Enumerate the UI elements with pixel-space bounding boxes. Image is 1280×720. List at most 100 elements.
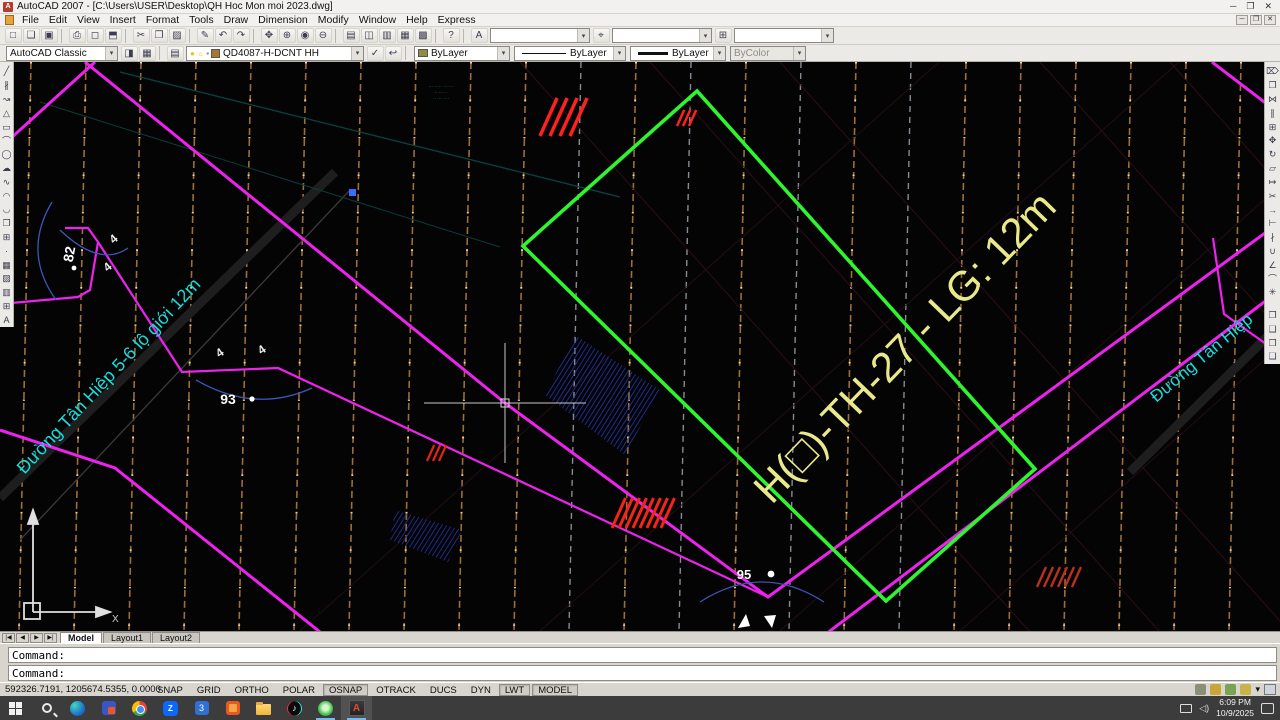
line-button[interactable]: ╱: [0, 65, 13, 79]
draworder-back-button[interactable]: ❑: [1266, 322, 1279, 336]
table-button[interactable]: ⊞: [0, 300, 13, 314]
text-style-combo[interactable]: ▾: [490, 28, 590, 43]
extend-button[interactable]: →: [1266, 203, 1279, 217]
break-at-point-button[interactable]: ⊢: [1266, 217, 1279, 231]
construction-line-button[interactable]: ∦: [0, 79, 13, 93]
scale-button[interactable]: ▱: [1266, 162, 1279, 176]
draworder-above-button[interactable]: ❒: [1266, 336, 1279, 350]
taskbar-calendar[interactable]: 3: [186, 696, 217, 720]
table-style-combo[interactable]: ▾: [734, 28, 834, 43]
chamfer-button[interactable]: ∠: [1266, 258, 1279, 272]
speaker-icon[interactable]: ◁): [1199, 703, 1209, 714]
taskbar-search-button[interactable]: [31, 696, 62, 720]
drawing-canvas[interactable]: X H(□)-TH-27 - LG: 12m Đường Tân Hiệp 5-…: [0, 62, 1280, 631]
restore-button[interactable]: ❐: [1246, 1, 1254, 12]
zoom-realtime-button[interactable]: ⊕: [279, 28, 296, 43]
workspace-settings-button[interactable]: ◨: [121, 46, 138, 61]
taskbar-zalo[interactable]: Z: [155, 696, 186, 720]
copy-button[interactable]: ❐: [1266, 79, 1279, 93]
display-tray-icon[interactable]: [1180, 704, 1192, 713]
menu-dimension[interactable]: Dimension: [253, 14, 313, 26]
tab-layout1[interactable]: Layout1: [103, 632, 151, 643]
chevron-down-icon[interactable]: ▾: [351, 47, 363, 60]
quickcalc-button[interactable]: ▩: [415, 28, 432, 43]
stretch-button[interactable]: ↦: [1266, 175, 1279, 189]
menu-help[interactable]: Help: [401, 14, 433, 26]
tab-last-button[interactable]: ▶|: [44, 633, 57, 643]
rectangle-button[interactable]: ▭: [0, 120, 13, 134]
chevron-down-icon[interactable]: ▾: [713, 47, 725, 60]
layer-on-icon[interactable]: ●: [190, 49, 195, 58]
ellipse-button[interactable]: ◠: [0, 189, 13, 203]
status-grid-button[interactable]: GRID: [191, 684, 227, 696]
mdi-minimize-button[interactable]: ─: [1236, 15, 1248, 25]
ellipse-arc-button[interactable]: ◡: [0, 203, 13, 217]
layer-lock-icon[interactable]: ▪: [206, 49, 209, 58]
circle-button[interactable]: ◯: [0, 148, 13, 162]
spline-button[interactable]: ∿: [0, 175, 13, 189]
tab-model[interactable]: Model: [60, 632, 102, 643]
chevron-down-icon[interactable]: ▾: [497, 47, 509, 60]
menu-express[interactable]: Express: [433, 14, 481, 26]
gradient-button[interactable]: ▨: [0, 272, 13, 286]
tab-first-button[interactable]: |◀: [2, 633, 15, 643]
linetype-combo[interactable]: ByLayer ▾: [514, 46, 626, 61]
layer-freeze-icon[interactable]: ☼: [197, 49, 204, 58]
taskbar-green-browser[interactable]: [310, 696, 341, 720]
status-lwt-button[interactable]: LWT: [499, 684, 530, 696]
clean-screen-button[interactable]: [1264, 684, 1276, 695]
plot-preview-button[interactable]: ◻: [87, 28, 104, 43]
taskbar-chrome[interactable]: [124, 696, 155, 720]
minimize-button[interactable]: ─: [1230, 1, 1236, 12]
menu-file[interactable]: File: [17, 14, 44, 26]
insert-block-button[interactable]: ❒: [0, 217, 13, 231]
chevron-down-icon[interactable]: ▾: [821, 29, 833, 42]
status-menu-arrow-icon[interactable]: ▾: [1255, 684, 1260, 695]
fillet-button[interactable]: ⌒: [1266, 272, 1279, 286]
action-center-icon[interactable]: [1261, 703, 1274, 714]
match-properties-button[interactable]: ✎: [197, 28, 214, 43]
draworder-front-button[interactable]: ❐: [1266, 309, 1279, 323]
workspace-save-button[interactable]: ▦: [139, 46, 156, 61]
multiline-text-button[interactable]: A: [0, 313, 13, 327]
status-otrack-button[interactable]: OTRACK: [370, 684, 422, 696]
command-input[interactable]: Command:: [8, 665, 1277, 681]
paste-button[interactable]: ▨: [169, 28, 186, 43]
taskbar-clock[interactable]: 6:09 PM 10/9/2025: [1216, 697, 1254, 718]
chevron-down-icon[interactable]: ▾: [699, 29, 711, 42]
zoom-window-button[interactable]: ◉: [297, 28, 314, 43]
properties-button[interactable]: ▤: [343, 28, 360, 43]
menu-format[interactable]: Format: [141, 14, 184, 26]
menu-window[interactable]: Window: [354, 14, 401, 26]
erase-button[interactable]: ⌦: [1266, 65, 1279, 79]
menu-draw[interactable]: Draw: [219, 14, 254, 26]
communication-center-icon[interactable]: [1195, 684, 1206, 695]
new-button[interactable]: □: [5, 28, 22, 43]
layer-combo[interactable]: ● ☼ ▪ QD4087-H-DCNT HH ▾: [186, 46, 364, 61]
polygon-button[interactable]: △: [0, 106, 13, 120]
taskbar-tiktok[interactable]: ♪: [279, 696, 310, 720]
point-button[interactable]: ·: [0, 244, 13, 258]
move-button[interactable]: ✥: [1266, 134, 1279, 148]
trusted-autodesk-icon[interactable]: [1225, 684, 1236, 695]
tab-prev-button[interactable]: ◀: [16, 633, 29, 643]
taskbar-paint[interactable]: [93, 696, 124, 720]
make-block-button[interactable]: ⊞: [0, 231, 13, 245]
menu-insert[interactable]: Insert: [105, 14, 141, 26]
status-osnap-button[interactable]: OSNAP: [323, 684, 368, 696]
dim-style-combo[interactable]: ▾: [612, 28, 712, 43]
mdi-restore-button[interactable]: ❐: [1250, 15, 1262, 25]
offset-button[interactable]: ∥: [1266, 106, 1279, 120]
cut-button[interactable]: ✂: [133, 28, 150, 43]
status-dyn-button[interactable]: DYN: [465, 684, 497, 696]
redo-button[interactable]: ↷: [233, 28, 250, 43]
break-button[interactable]: ∤: [1266, 231, 1279, 245]
tab-next-button[interactable]: ▶: [30, 633, 43, 643]
lineweight-combo[interactable]: ByLayer ▾: [630, 46, 726, 61]
explode-button[interactable]: ✳: [1266, 286, 1279, 300]
open-button[interactable]: ❏: [23, 28, 40, 43]
pan-button[interactable]: ✥: [261, 28, 278, 43]
save-button[interactable]: ▣: [41, 28, 58, 43]
hatch-button[interactable]: ▦: [0, 258, 13, 272]
status-polar-button[interactable]: POLAR: [277, 684, 321, 696]
